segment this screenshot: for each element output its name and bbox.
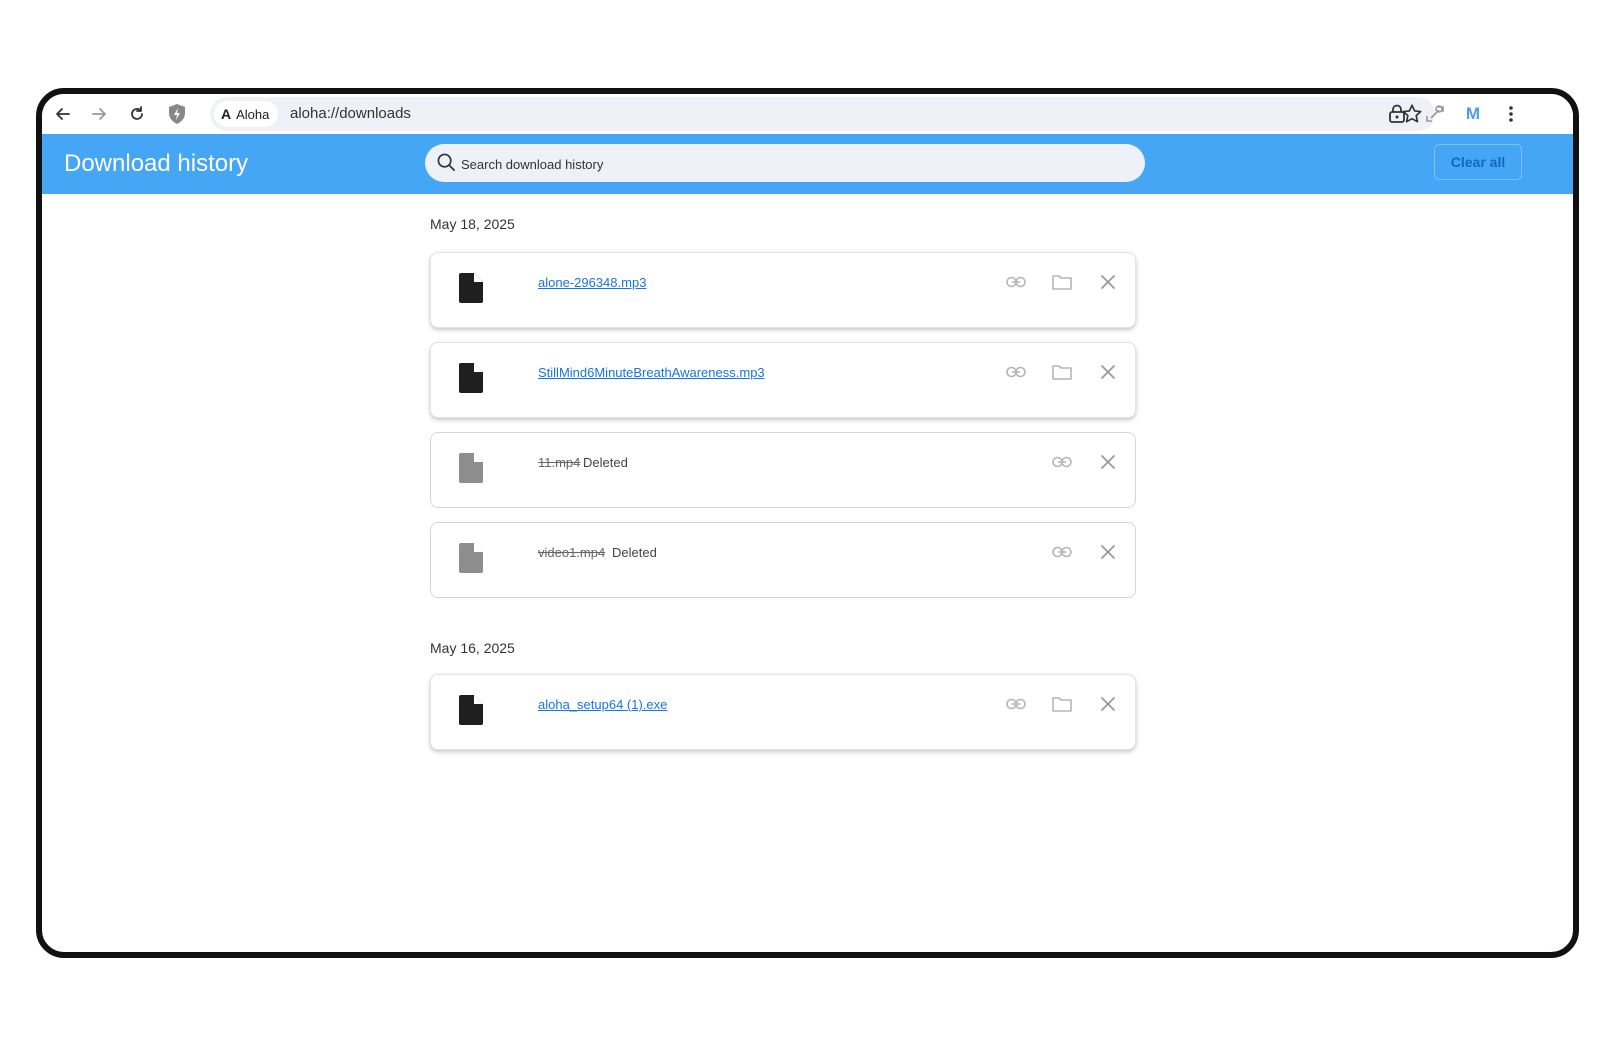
file-icon	[459, 363, 483, 393]
page-title: Download history	[64, 150, 249, 177]
reload-button[interactable]	[122, 99, 152, 129]
download-item: alone-296348.mp3	[430, 252, 1136, 328]
kebab-menu-icon	[1509, 106, 1513, 122]
status-text: Deleted	[583, 455, 628, 470]
lock-button[interactable]	[1382, 99, 1412, 129]
download-filename: video1.mp4	[538, 545, 605, 560]
back-arrow-icon	[56, 108, 70, 120]
filename-text: 11.mp4	[538, 455, 581, 470]
item-actions	[1047, 539, 1123, 565]
close-icon	[1101, 455, 1115, 469]
item-actions	[1047, 449, 1123, 475]
download-filename-link[interactable]: aloha_setup64 (1).exe	[538, 697, 667, 712]
download-item: StillMind6MinuteBreathAwareness.mp3	[430, 342, 1136, 418]
link-icon	[1006, 366, 1026, 378]
folder-icon	[1052, 697, 1072, 712]
shield-icon	[169, 104, 185, 124]
show-in-folder-button[interactable]	[1047, 691, 1077, 717]
download-filename-link[interactable]: alone-296348.mp3	[538, 275, 646, 290]
item-actions	[1001, 269, 1123, 295]
browser-window: A Aloha aloha://downloads M Download his…	[36, 88, 1579, 958]
reload-icon	[131, 106, 143, 120]
remove-button[interactable]	[1093, 449, 1123, 475]
forward-arrow-icon	[92, 108, 106, 120]
item-actions	[1001, 691, 1123, 717]
downloads-list: May 18, 2025 alone-296348.mp3 StillMind6…	[430, 214, 1140, 750]
site-chip[interactable]: A Aloha	[214, 101, 279, 127]
shield-button[interactable]	[162, 99, 192, 129]
address-bar[interactable]: A Aloha aloha://downloads	[210, 97, 1435, 131]
close-icon	[1101, 545, 1115, 559]
show-in-folder-button[interactable]	[1047, 359, 1077, 385]
link-icon	[1052, 456, 1072, 468]
back-button[interactable]	[48, 99, 78, 129]
url-text[interactable]: aloha://downloads	[290, 105, 411, 122]
remove-button[interactable]	[1093, 359, 1123, 385]
profile-avatar: M	[1465, 104, 1481, 123]
download-filename-link[interactable]: StillMind6MinuteBreathAwareness.mp3	[538, 365, 765, 380]
close-icon	[1101, 365, 1115, 379]
download-history-header: Download history Clear all	[42, 134, 1573, 194]
remove-button[interactable]	[1093, 539, 1123, 565]
copy-link-button[interactable]	[1047, 539, 1077, 565]
link-icon	[1052, 546, 1072, 558]
search-input[interactable]	[459, 144, 1113, 184]
extension-button[interactable]	[1420, 99, 1450, 129]
lock-icon	[1389, 104, 1405, 123]
download-filename: 11.mp4	[538, 455, 580, 470]
download-item-deleted: video1.mp4 Deleted	[430, 522, 1136, 598]
menu-button[interactable]	[1496, 99, 1526, 129]
file-icon	[459, 273, 483, 303]
folder-icon	[1052, 275, 1072, 290]
download-item: aloha_setup64 (1).exe	[430, 674, 1136, 750]
file-icon	[459, 543, 483, 573]
link-icon	[1006, 276, 1026, 288]
copy-link-button[interactable]	[1001, 691, 1031, 717]
copy-link-button[interactable]	[1001, 359, 1031, 385]
profile-button[interactable]: M	[1458, 99, 1488, 129]
aloha-logo-icon: A	[221, 106, 232, 122]
link-icon	[1006, 698, 1026, 710]
download-item-deleted: 11.mp4 Deleted	[430, 432, 1136, 508]
search-box[interactable]	[425, 144, 1145, 184]
search-icon	[437, 153, 455, 171]
filename-text: video1.mp4	[538, 545, 606, 560]
item-actions	[1001, 359, 1123, 385]
copy-link-button[interactable]	[1047, 449, 1077, 475]
forward-button[interactable]	[84, 99, 114, 129]
file-icon	[459, 453, 483, 483]
close-icon	[1101, 275, 1115, 289]
site-chip-label: Aloha	[236, 106, 270, 122]
remove-button[interactable]	[1093, 691, 1123, 717]
show-in-folder-button[interactable]	[1047, 269, 1077, 295]
connect-icon	[1426, 105, 1444, 122]
close-icon	[1101, 697, 1115, 711]
browser-toolbar: A Aloha aloha://downloads M	[42, 94, 1573, 134]
folder-icon	[1052, 365, 1072, 380]
remove-button[interactable]	[1093, 269, 1123, 295]
copy-link-button[interactable]	[1001, 269, 1031, 295]
clear-all-button[interactable]: Clear all	[1434, 144, 1522, 180]
file-icon	[459, 695, 483, 725]
date-header: May 16, 2025	[430, 640, 515, 656]
date-header: May 18, 2025	[430, 216, 515, 232]
status-text: Deleted	[612, 545, 657, 560]
